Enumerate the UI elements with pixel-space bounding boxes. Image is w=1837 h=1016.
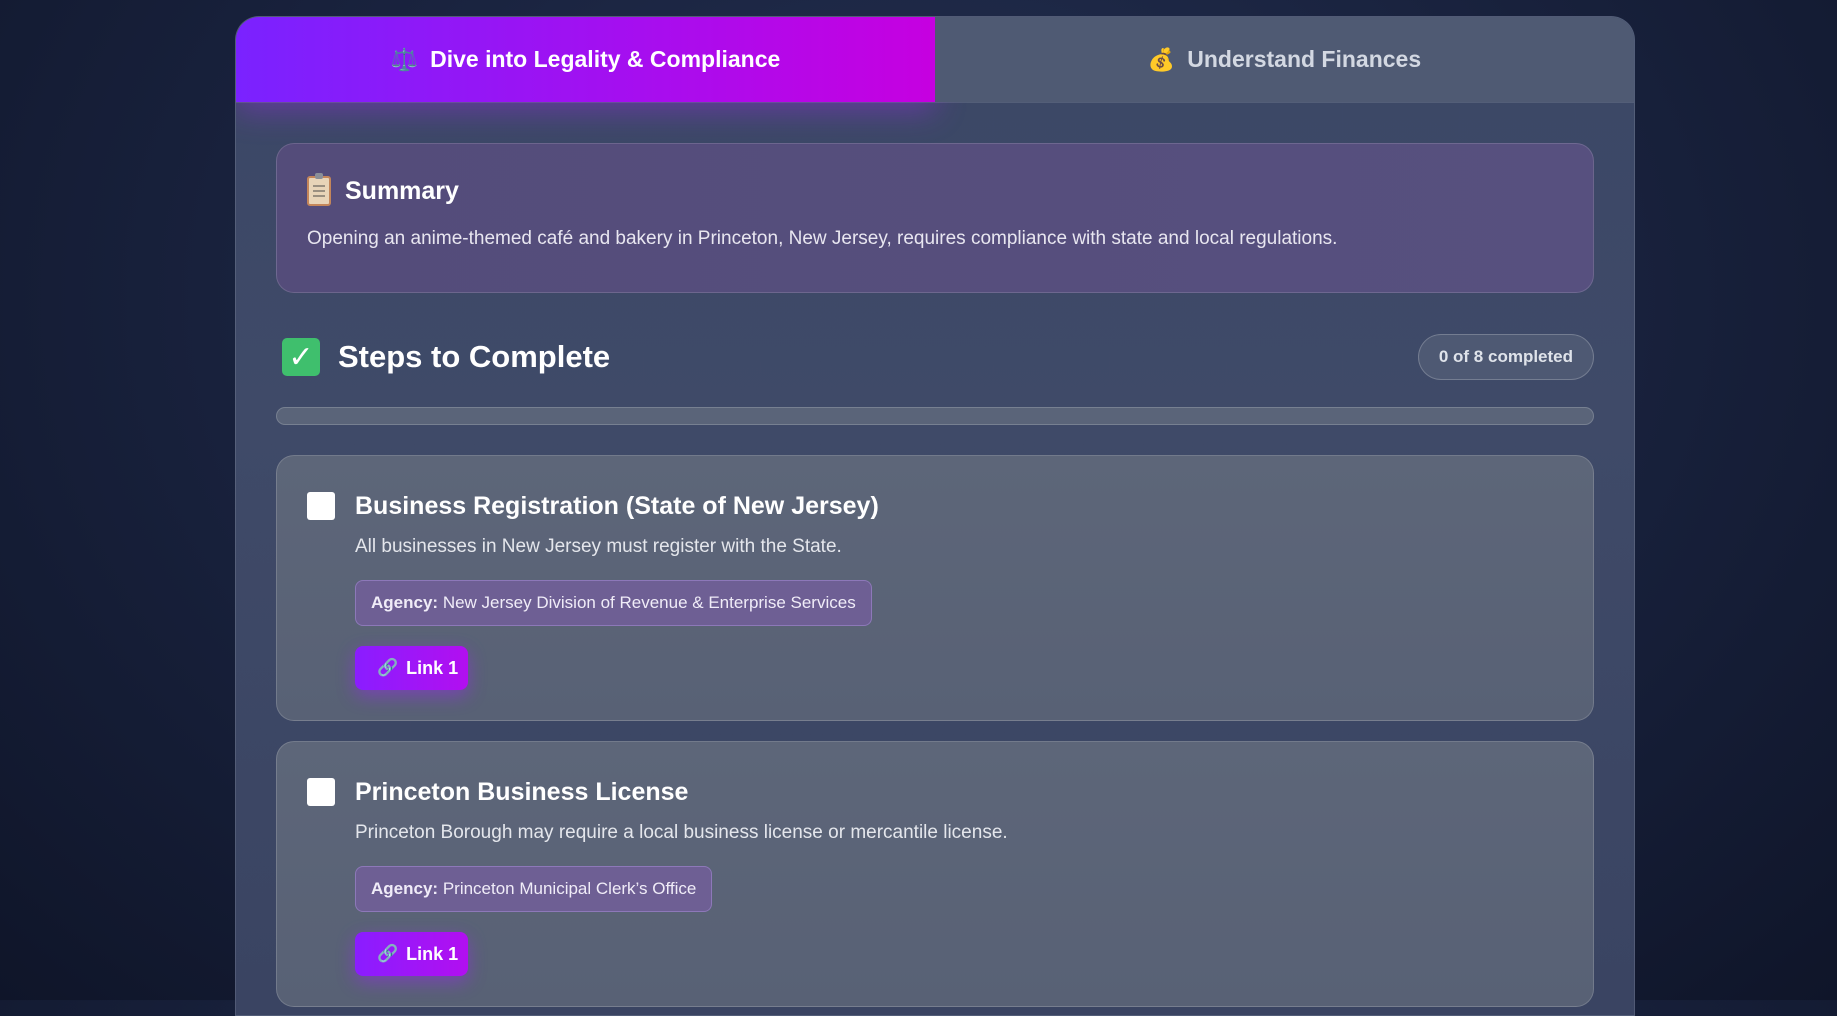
link-label: Link 1: [406, 943, 459, 964]
steps-title: Steps to Complete: [338, 339, 611, 374]
summary-title: Summary: [345, 176, 459, 205]
tab-legality-compliance[interactable]: ⚖️ Dive into Legality & Compliance: [236, 17, 935, 102]
link-icon: 🔗: [377, 658, 399, 677]
step-checkbox[interactable]: [307, 492, 335, 520]
step-body: Princeton Business License Princeton Bor…: [355, 776, 1563, 976]
tab-label: Dive into Legality & Compliance: [430, 46, 781, 72]
step-description: Princeton Borough may require a local bu…: [355, 822, 1008, 843]
step-checkbox[interactable]: [307, 778, 335, 806]
steps-header: ✓ Steps to Complete 0 of 8 completed: [276, 333, 1594, 381]
step-title: Business Registration (State of New Jers…: [355, 492, 879, 520]
summary-card: Summary Opening an anime-themed café and…: [276, 143, 1594, 293]
agency-label: Agency:: [371, 879, 439, 898]
check-mark-icon: ✓: [282, 338, 320, 376]
agency-name: Princeton Municipal Clerk’s Office: [442, 879, 697, 898]
main-panel: ⚖️ Dive into Legality & Compliance 💰 Und…: [235, 16, 1635, 1016]
link-button[interactable]: 🔗 Link 1: [355, 932, 468, 976]
money-bag-icon: 💰: [1147, 46, 1176, 72]
tab-label: Understand Finances: [1187, 46, 1422, 72]
tab-content: Summary Opening an anime-themed café and…: [236, 103, 1634, 1007]
step-title: Princeton Business License: [355, 778, 689, 806]
summary-header: Summary: [307, 173, 1563, 206]
summary-text: Opening an anime-themed café and bakery …: [307, 228, 1338, 249]
clipboard-icon: [307, 173, 331, 206]
step-description: All businesses in New Jersey must regist…: [355, 536, 842, 557]
steps-title-group: ✓ Steps to Complete: [282, 338, 610, 376]
tab-bar: ⚖️ Dive into Legality & Compliance 💰 Und…: [236, 17, 1634, 103]
link-icon: 🔗: [377, 944, 399, 963]
link-button[interactable]: 🔗 Link 1: [355, 646, 468, 690]
scales-icon: ⚖️: [390, 46, 419, 72]
agency-tag: Agency: New Jersey Division of Revenue &…: [355, 580, 872, 626]
link-label: Link 1: [406, 657, 459, 678]
agency-label: Agency:: [371, 593, 439, 612]
step-card: Princeton Business License Princeton Bor…: [276, 741, 1594, 1007]
agency-tag: Agency: Princeton Municipal Clerk’s Offi…: [355, 866, 713, 912]
step-card: Business Registration (State of New Jers…: [276, 455, 1594, 721]
progress-bar: [276, 407, 1594, 425]
tab-finances[interactable]: 💰 Understand Finances: [935, 17, 1634, 102]
agency-name: New Jersey Division of Revenue & Enterpr…: [442, 593, 856, 612]
step-body: Business Registration (State of New Jers…: [355, 490, 1563, 690]
completion-count-badge: 0 of 8 completed: [1417, 334, 1594, 380]
